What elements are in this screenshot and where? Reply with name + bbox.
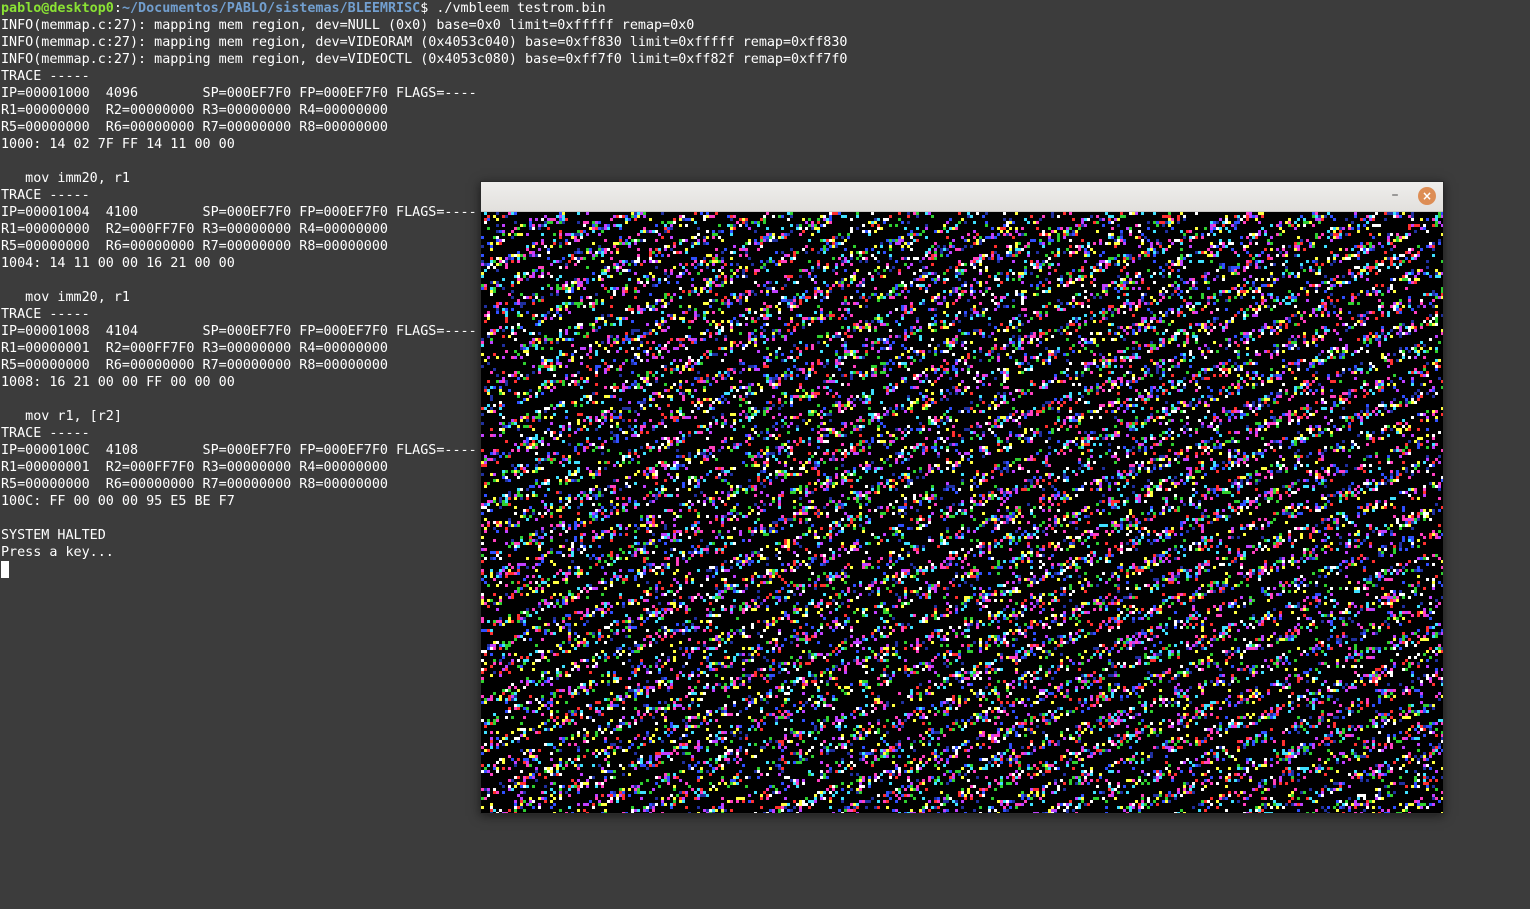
output-line: IP=00001008 4104 SP=000EF7F0 FP=000EF7F0… xyxy=(1,324,477,339)
output-line: R1=00000001 R2=000FF7F0 R3=00000000 R4=0… xyxy=(1,460,388,475)
output-line: 1008: 16 21 00 00 FF 00 00 00 xyxy=(1,375,235,390)
output-line: IP=0000100C 4108 SP=000EF7F0 FP=000EF7F0… xyxy=(1,443,477,458)
output-line: mov imm20, r1 xyxy=(1,290,130,305)
output-line: IP=00001004 4100 SP=000EF7F0 FP=000EF7F0… xyxy=(1,205,477,220)
minimize-button[interactable]: – xyxy=(1387,188,1403,204)
output-line: IP=00001000 4096 SP=000EF7F0 FP=000EF7F0… xyxy=(1,86,477,101)
output-line: Press a key... xyxy=(1,545,114,560)
output-line: SYSTEM HALTED xyxy=(1,528,106,543)
video-framebuffer xyxy=(481,212,1443,813)
output-line: mov r1, [r2] xyxy=(1,409,122,424)
output-line: R5=00000000 R6=00000000 R7=00000000 R8=0… xyxy=(1,477,388,492)
output-line: R1=00000000 R2=00000000 R3=00000000 R4=0… xyxy=(1,103,388,118)
output-line: TRACE ----- xyxy=(1,69,90,84)
prompt-path: ~/Documentos/PABLO/sistemas/BLEEMRISC xyxy=(121,1,421,16)
vm-display-window[interactable]: – × xyxy=(480,181,1444,814)
output-line: TRACE ----- xyxy=(1,188,90,203)
window-titlebar[interactable]: – × xyxy=(481,182,1443,212)
output-line: TRACE ----- xyxy=(1,307,90,322)
output-line: R5=00000000 R6=00000000 R7=00000000 R8=0… xyxy=(1,358,388,373)
output-line: R5=00000000 R6=00000000 R7=00000000 R8=0… xyxy=(1,239,388,254)
output-line: mov imm20, r1 xyxy=(1,171,130,186)
output-line: 100C: FF 00 00 00 95 E5 BE F7 xyxy=(1,494,235,509)
prompt-line: pablo@desktop0:~/Documentos/PABLO/sistem… xyxy=(1,0,606,17)
output-line: R1=00000001 R2=000FF7F0 R3=00000000 R4=0… xyxy=(1,341,388,356)
output-line: R5=00000000 R6=00000000 R7=00000000 R8=0… xyxy=(1,120,388,135)
output-line: INFO(memmap.c:27): mapping mem region, d… xyxy=(1,52,848,67)
output-line: INFO(memmap.c:27): mapping mem region, d… xyxy=(1,35,848,50)
close-button[interactable]: × xyxy=(1418,187,1436,205)
output-line: 1004: 14 11 00 00 16 21 00 00 xyxy=(1,256,235,271)
prompt-separator: : xyxy=(113,1,122,16)
framebuffer-noise-pattern xyxy=(481,212,1443,813)
output-line: R1=00000000 R2=000FF7F0 R3=00000000 R4=0… xyxy=(1,222,388,237)
output-line: TRACE ----- xyxy=(1,426,90,441)
output-line: INFO(memmap.c:27): mapping mem region, d… xyxy=(1,18,695,33)
output-line: 1000: 14 02 7F FF 14 11 00 00 xyxy=(1,137,235,152)
text-cursor xyxy=(1,561,9,578)
prompt-command: ./vmbleem testrom.bin xyxy=(436,1,606,16)
prompt-user-host: pablo@desktop0 xyxy=(1,1,114,16)
prompt-symbol: $ xyxy=(420,1,437,16)
